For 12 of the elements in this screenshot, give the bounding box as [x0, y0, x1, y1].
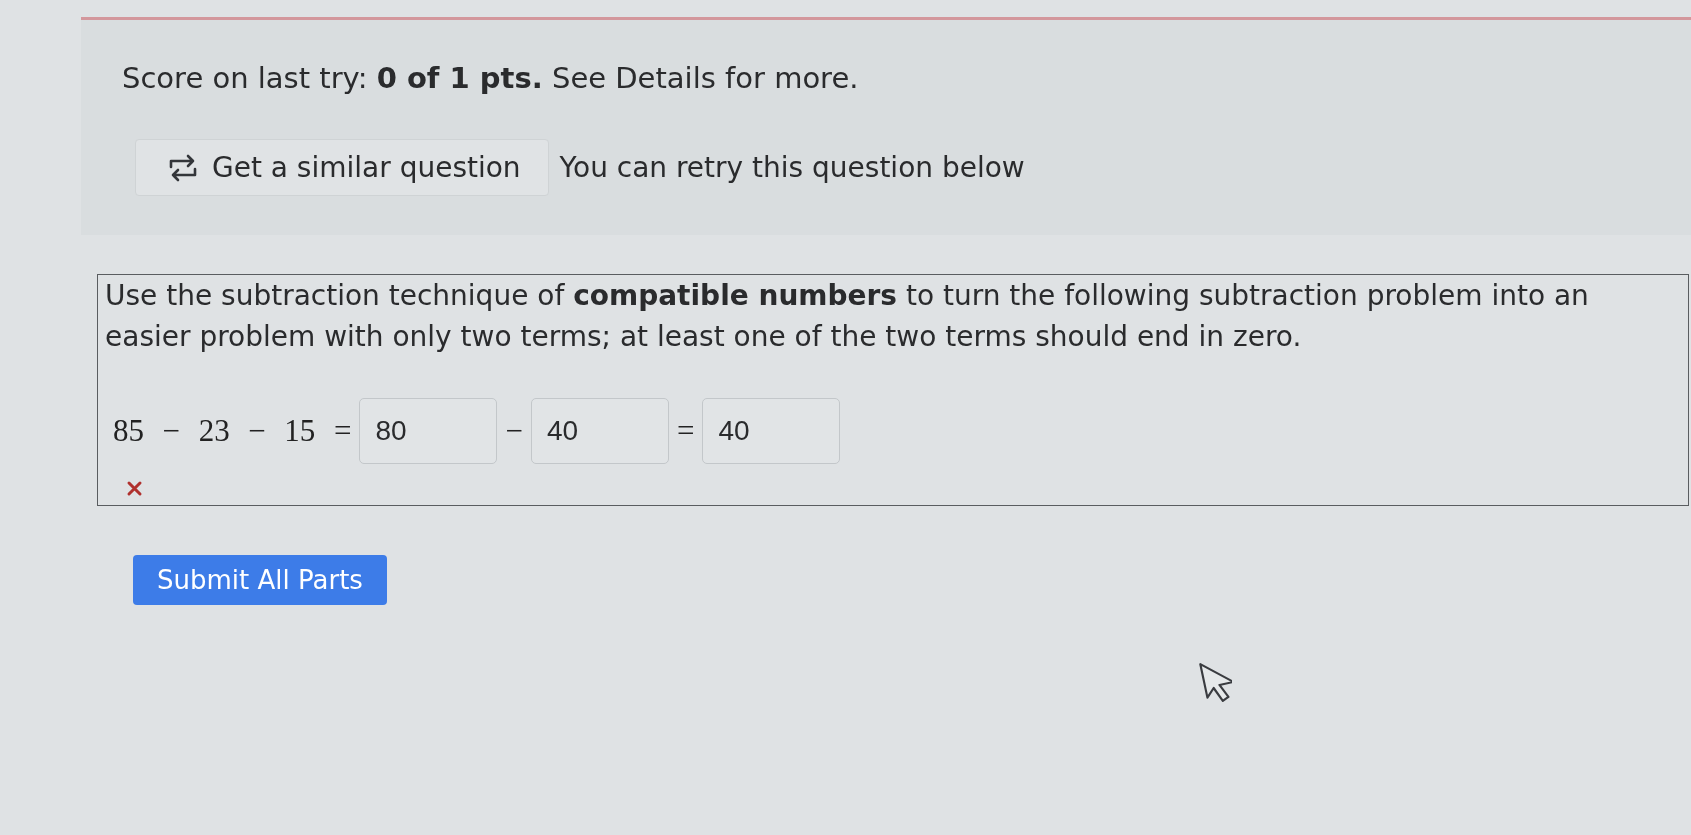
math-expression: = — [675, 411, 696, 450]
answer-field[interactable]: 40 — [702, 398, 841, 464]
similar-question-button[interactable]: Get a similar question — [135, 139, 549, 196]
answer-field[interactable]: 40 — [530, 398, 669, 464]
math-expression: 85 − 23 − 15 = — [112, 411, 353, 450]
score-text: Score on last try: 0 of 1 pts. See Details for more. — [122, 60, 859, 96]
answer-field[interactable]: 80 — [359, 398, 498, 464]
submit-button[interactable]: Submit All Parts — [133, 555, 387, 605]
math-expression: − — [504, 411, 524, 450]
swap-arrows-icon — [168, 152, 198, 183]
question-text: Use the subtraction technique of compatible numbers to turn the following subtraction problem into an easier problem with only two terms; at least one of the two terms should end in zero. — [105, 278, 1590, 355]
retry-note: You can retry this question below — [559, 149, 1025, 186]
